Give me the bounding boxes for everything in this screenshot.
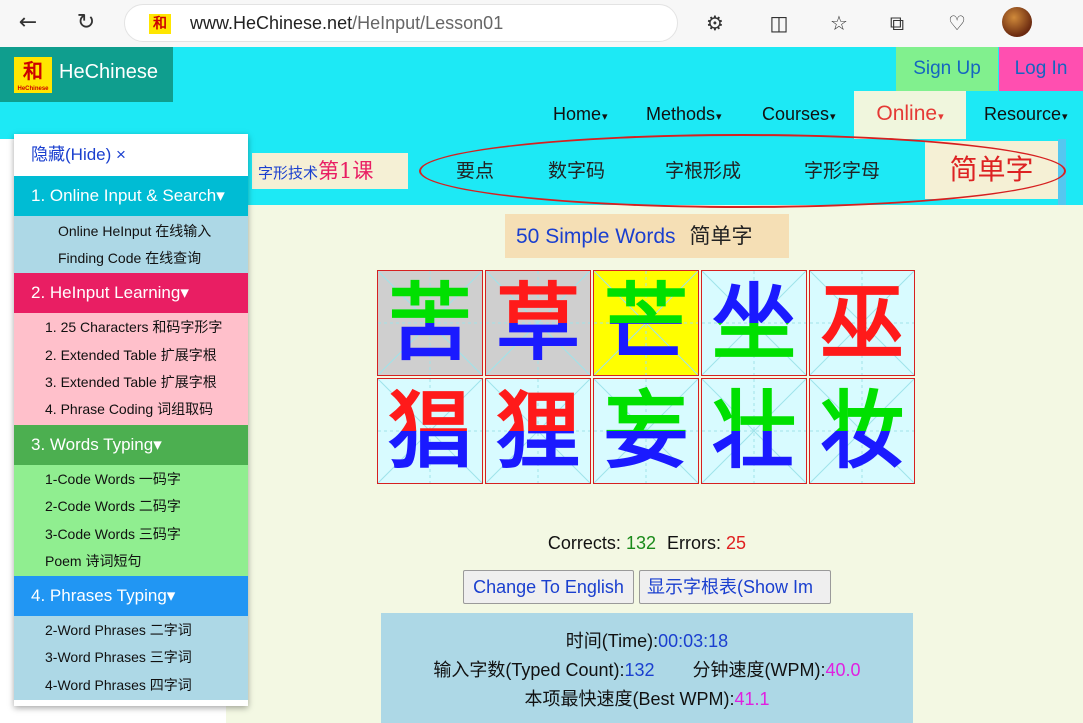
browser-essentials-icon[interactable]: ♡ bbox=[942, 8, 972, 38]
sidebar-item-poem[interactable]: Poem 诗词短句 bbox=[14, 548, 248, 575]
caret-down-icon: ▾ bbox=[602, 111, 608, 123]
sidebar: 隐藏(Hide) × 1. Online Input & Search▾ Onl… bbox=[14, 134, 248, 706]
sidebar-item-phrase-coding[interactable]: 4. Phrase Coding 词组取码 bbox=[14, 396, 248, 423]
menu-courses[interactable]: Courses▾ bbox=[762, 91, 836, 139]
lesson-label: 字形技术第1课 bbox=[252, 153, 408, 189]
sidebar-item-extended-table-2[interactable]: 3. Extended Table 扩展字根 bbox=[14, 369, 248, 396]
collections-icon[interactable]: ⧉ bbox=[882, 8, 912, 38]
score-line: Corrects: 132 Errors: 25 bbox=[380, 533, 914, 554]
menu-methods[interactable]: Methods▾ bbox=[646, 91, 722, 139]
character-cell: 妆 bbox=[809, 378, 915, 484]
sidebar-section-words-typing[interactable]: 3. Words Typing▾ bbox=[14, 425, 248, 465]
menu-online[interactable]: Online▾ bbox=[854, 91, 966, 139]
reload-icon[interactable]: ↻ bbox=[70, 8, 102, 38]
timing-panel: 时间(Time):00:03:18 输入字数(Typed Count):132 分… bbox=[381, 613, 913, 723]
practice-character: 巫 bbox=[810, 271, 914, 375]
caret-down-icon: ▾ bbox=[166, 586, 176, 605]
sidebar-section-online-input[interactable]: 1. Online Input & Search▾ bbox=[14, 176, 248, 216]
character-cell: 猖 bbox=[377, 378, 483, 484]
site-favicon-icon: 和 bbox=[149, 14, 171, 34]
best-wpm-value: 41.1 bbox=[734, 689, 770, 709]
sidebar-item-25-characters[interactable]: 1. 25 Characters 和码字形字 bbox=[14, 314, 248, 341]
wpm-value: 40.0 bbox=[825, 660, 861, 680]
favorites-icon[interactable]: ☆ bbox=[824, 8, 854, 38]
sidebar-item-3-code-words[interactable]: 3-Code Words 三码字 bbox=[14, 521, 248, 548]
corrects-label: Corrects: bbox=[547, 533, 621, 553]
character-cell: 壮 bbox=[701, 378, 807, 484]
hechinese-logo: 和 HeChinese bbox=[14, 57, 52, 93]
sidebar-section-phrases-typing[interactable]: 4. Phrases Typing▾ bbox=[14, 576, 248, 616]
errors-label: Errors: bbox=[667, 533, 722, 553]
practice-character: 猖 bbox=[378, 379, 482, 483]
change-to-english-button[interactable]: Change To English bbox=[463, 570, 634, 604]
lesson-title: 50 Simple Words 简单字 bbox=[505, 214, 789, 258]
sidebar-group-heinput-learning: 1. 25 Characters 和码字形字 2. Extended Table… bbox=[14, 313, 248, 425]
practice-character: 坐 bbox=[702, 271, 806, 375]
extensions-icon[interactable]: ⚙ bbox=[700, 8, 730, 38]
url-text[interactable]: www.HeChinese.net/HeInput/Lesson01 bbox=[190, 13, 503, 34]
time-row: 时间(Time):00:03:18 bbox=[381, 627, 913, 653]
url-path: /HeInput/Lesson01 bbox=[352, 13, 504, 33]
practice-character: 壮 bbox=[702, 379, 806, 483]
practice-character: 芒 bbox=[594, 271, 698, 375]
show-radical-table-button[interactable]: 显示字根表(Show Im bbox=[639, 570, 831, 604]
back-arrow-icon[interactable]: ← bbox=[12, 8, 44, 38]
sidebar-item-1-code-words[interactable]: 1-Code Words 一码字 bbox=[14, 466, 248, 493]
best-wpm-label: 本项最快速度(Best WPM): bbox=[524, 689, 735, 709]
character-cell: 坐 bbox=[701, 270, 807, 376]
sidebar-group-phrases-typing: 2-Word Phrases 二字词 3-Word Phrases 三字词 4-… bbox=[14, 616, 248, 700]
highlight-oval bbox=[419, 134, 1066, 208]
browser-toolbar: ← ↻ 和 www.HeChinese.net/HeInput/Lesson01… bbox=[0, 0, 1083, 47]
caret-down-icon: ▾ bbox=[180, 283, 189, 302]
sidebar-item-4-word-phrases[interactable]: 4-Word Phrases 四字词 bbox=[14, 672, 248, 699]
practice-character: 妄 bbox=[594, 379, 698, 483]
sidebar-group-words-typing: 1-Code Words 一码字 2-Code Words 二码字 3-Code… bbox=[14, 465, 248, 576]
url-host: www.HeChinese.net bbox=[190, 13, 353, 33]
login-button[interactable]: Log In bbox=[999, 47, 1083, 91]
caret-down-icon: ▾ bbox=[830, 111, 836, 123]
character-cell: 狸 bbox=[485, 378, 591, 484]
corrects-value: 132 bbox=[625, 533, 656, 553]
sidebar-item-2-code-words[interactable]: 2-Code Words 二码字 bbox=[14, 493, 248, 520]
brand-name: HeChinese bbox=[59, 61, 158, 83]
caret-down-icon: ▾ bbox=[1062, 111, 1068, 123]
caret-down-icon: ▾ bbox=[938, 111, 944, 123]
caret-down-icon: ▾ bbox=[216, 186, 225, 205]
practice-character: 狸 bbox=[486, 379, 590, 483]
typed-count-label: 输入字数(Typed Count): bbox=[433, 660, 625, 680]
sidebar-item-extended-table-1[interactable]: 2. Extended Table 扩展字根 bbox=[14, 342, 248, 369]
character-cell: 苦 bbox=[377, 270, 483, 376]
sidebar-group-online-input: Online HeInput 在线输入 Finding Code 在线查询 bbox=[14, 216, 248, 273]
time-label: 时间(Time): bbox=[565, 631, 659, 651]
split-screen-icon[interactable]: ◫ bbox=[764, 8, 794, 38]
sidebar-hide-button[interactable]: 隐藏(Hide) × bbox=[14, 134, 248, 176]
sidebar-item-finding-code[interactable]: Finding Code 在线查询 bbox=[14, 245, 248, 272]
caret-down-icon: ▾ bbox=[716, 111, 722, 123]
best-row: 本项最快速度(Best WPM):41.1 bbox=[381, 685, 913, 711]
caret-down-icon: ▾ bbox=[153, 435, 162, 454]
wpm-label: 分钟速度(WPM): bbox=[692, 660, 826, 680]
count-row: 输入字数(Typed Count):132 分钟速度(WPM):40.0 bbox=[381, 656, 913, 682]
address-bar[interactable]: 和 www.HeChinese.net/HeInput/Lesson01 bbox=[124, 4, 678, 42]
signup-button[interactable]: Sign Up bbox=[896, 47, 998, 91]
character-cell: 草 bbox=[485, 270, 591, 376]
character-grid: 苦草芒坐巫猖狸妄壮妆 bbox=[377, 270, 917, 486]
character-cell: 巫 bbox=[809, 270, 915, 376]
menu-home[interactable]: Home▾ bbox=[553, 91, 608, 139]
practice-character: 妆 bbox=[810, 379, 914, 483]
brand[interactable]: 和 HeChinese HeChinese bbox=[0, 47, 173, 102]
profile-avatar[interactable] bbox=[1002, 7, 1032, 37]
sidebar-item-online-heinput[interactable]: Online HeInput 在线输入 bbox=[14, 218, 248, 245]
practice-character: 苦 bbox=[378, 271, 482, 375]
sidebar-item-3-word-phrases[interactable]: 3-Word Phrases 三字词 bbox=[14, 644, 248, 671]
practice-character: 草 bbox=[486, 271, 590, 375]
typed-count-value: 132 bbox=[624, 660, 655, 680]
character-cell: 芒 bbox=[593, 270, 699, 376]
errors-value: 25 bbox=[726, 533, 747, 553]
sidebar-item-2-word-phrases[interactable]: 2-Word Phrases 二字词 bbox=[14, 617, 248, 644]
sidebar-section-heinput-learning[interactable]: 2. HeInput Learning▾ bbox=[14, 273, 248, 313]
character-cell: 妄 bbox=[593, 378, 699, 484]
time-value: 00:03:18 bbox=[658, 631, 729, 651]
menu-resource[interactable]: Resource▾ bbox=[984, 91, 1068, 139]
